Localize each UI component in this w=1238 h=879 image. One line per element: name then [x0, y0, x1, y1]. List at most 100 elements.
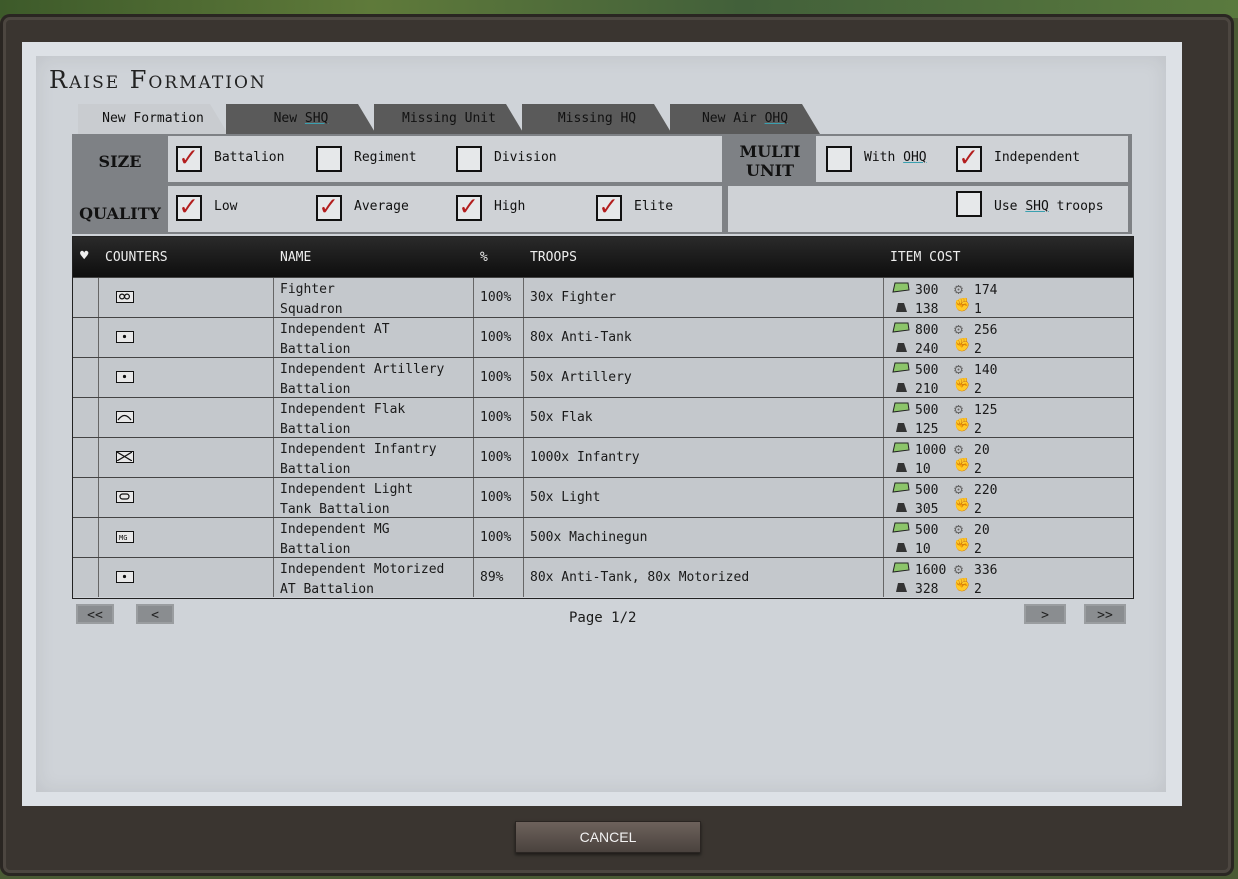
tab-label: Missing HQ — [557, 111, 637, 126]
steel-cost: 328 — [915, 582, 939, 597]
quality-high-checkbox[interactable]: ✓ — [456, 189, 482, 222]
steel-cost: 10 — [915, 542, 931, 557]
tab-missing-unit[interactable]: Missing Unit — [374, 104, 524, 134]
column-divider — [473, 318, 474, 357]
unit-percent: 100% — [480, 370, 512, 385]
unit-symbol-icon — [116, 451, 134, 463]
heart-icon[interactable]: ♥ — [80, 248, 88, 264]
dialog-title: Raise Formation — [49, 66, 267, 94]
quality-average-checkbox[interactable]: ✓ — [316, 189, 342, 222]
size-battalion-checkbox[interactable]: ✓ — [176, 140, 202, 173]
header-item-cost[interactable]: ITEM COST — [890, 250, 960, 265]
use-shq-text-end: troops — [1048, 199, 1104, 214]
table-row[interactable]: MG Independent MG Battalion 100% 500x Machin… — [73, 517, 1133, 557]
header-troops[interactable]: TROOPS — [530, 250, 577, 265]
manpower-cost: 1600 — [915, 563, 947, 578]
tab-label-underlined: SHQ — [304, 111, 329, 126]
column-divider — [473, 518, 474, 557]
next-page-button[interactable]: > — [1024, 604, 1066, 624]
column-divider — [273, 398, 274, 437]
fist-icon: ✊ — [954, 458, 971, 473]
manpower-cost: 500 — [915, 523, 939, 538]
gear-icon: ⚙ — [954, 360, 964, 378]
power-cost: 2 — [974, 342, 982, 357]
column-divider — [523, 438, 524, 477]
item-cost: 1600 ⚙ 336 328 ✊ 2 — [888, 558, 1133, 597]
with-ohq-underlined: OHQ — [903, 150, 927, 165]
power-cost: 2 — [974, 582, 982, 597]
table-row[interactable]: Fighter Squadron 100% 30x Fighter 300 ⚙ 174 138… — [73, 277, 1133, 317]
size-division-checkbox[interactable] — [456, 146, 482, 172]
unit-name-line1: Independent MG — [280, 522, 390, 537]
prev-page-button[interactable]: < — [136, 604, 174, 624]
last-page-button[interactable]: >> — [1084, 604, 1126, 624]
fist-icon: ✊ — [954, 338, 971, 353]
size-regiment-label: Regiment — [354, 150, 417, 165]
column-divider — [98, 518, 99, 557]
check-icon: ✓ — [320, 189, 337, 222]
item-cost: 300 ⚙ 174 138 ✊ 1 — [888, 278, 1133, 317]
steel-icon — [896, 343, 907, 352]
column-divider — [98, 398, 99, 437]
manpower-icon — [892, 402, 910, 413]
gear-icon: ⚙ — [954, 320, 964, 338]
header-pct[interactable]: % — [480, 250, 488, 265]
use-shq-text: Use — [994, 199, 1026, 214]
quality-low-checkbox[interactable]: ✓ — [176, 189, 202, 222]
tab-label-underlined: OHQ — [764, 111, 789, 126]
tab-new-formation[interactable]: New Formation — [78, 104, 228, 134]
unit-percent: 100% — [480, 410, 512, 425]
steel-cost: 10 — [915, 462, 931, 477]
quality-elite-checkbox[interactable]: ✓ — [596, 189, 622, 222]
tab-missing-hq[interactable]: Missing HQ — [522, 104, 672, 134]
first-page-button[interactable]: << — [76, 604, 114, 624]
with-ohq-text: With — [864, 150, 904, 165]
table-row[interactable]: Independent Artillery Battalion 100% 50x Ar… — [73, 357, 1133, 397]
unit-name-line2: Battalion — [280, 542, 351, 557]
table-header: ♥ COUNTERS NAME % TROOPS ITEM COST — [73, 237, 1133, 277]
item-cost: 500 ⚙ 20 10 ✊ 2 — [888, 518, 1133, 557]
manpower-cost: 500 — [915, 403, 939, 418]
unit-name-line2: Battalion — [280, 382, 351, 397]
check-icon: ✓ — [460, 189, 477, 222]
steel-cost: 210 — [915, 382, 939, 397]
check-icon: ✓ — [600, 189, 617, 222]
item-cost: 500 ⚙ 125 125 ✊ 2 — [888, 398, 1133, 437]
fist-icon: ✊ — [954, 298, 971, 313]
tab-new-shq[interactable]: New SHQ — [226, 104, 376, 134]
tab-new-air-ohq[interactable]: New Air OHQ — [670, 104, 820, 134]
unit-name: Independent MG Battalion — [280, 520, 390, 560]
column-divider — [523, 318, 524, 357]
unit-symbol-icon — [116, 331, 134, 343]
steel-icon — [896, 583, 907, 592]
fist-icon: ✊ — [954, 378, 971, 393]
cancel-button[interactable]: CANCEL — [515, 821, 701, 853]
size-regiment-checkbox[interactable] — [316, 146, 342, 172]
column-divider — [473, 438, 474, 477]
use-shq-troops-checkbox[interactable] — [956, 191, 982, 217]
header-counters[interactable]: COUNTERS — [105, 250, 168, 265]
supply-cost: 336 — [974, 563, 998, 578]
steel-icon — [896, 543, 907, 552]
unit-troops: 50x Light — [530, 490, 601, 505]
table-row[interactable]: Independent Infantry Battalion 100% 1000x I… — [73, 437, 1133, 477]
with-ohq-checkbox[interactable] — [826, 146, 852, 172]
steel-icon — [896, 423, 907, 432]
column-divider — [883, 278, 884, 317]
size-division-label: Division — [494, 150, 557, 165]
unit-name-line2: Squadron — [280, 302, 343, 317]
independent-checkbox[interactable]: ✓ — [956, 140, 982, 173]
header-name[interactable]: NAME — [280, 250, 311, 265]
column-divider — [883, 318, 884, 357]
gear-icon: ⚙ — [954, 280, 964, 298]
steel-cost: 138 — [915, 302, 939, 317]
table-row[interactable]: Independent Flak Battalion 100% 50x Flak 500… — [73, 397, 1133, 437]
fist-icon: ✊ — [954, 578, 971, 593]
power-cost: 2 — [974, 502, 982, 517]
unit-name-line2: AT Battalion — [280, 582, 374, 597]
table-row[interactable]: Independent AT Battalion 100% 80x Anti-Tank… — [73, 317, 1133, 357]
gear-icon: ⚙ — [954, 480, 964, 498]
unit-percent: 100% — [480, 490, 512, 505]
table-row[interactable]: Independent Motorized AT Battalion 89% 80x … — [73, 557, 1133, 597]
table-row[interactable]: Independent Light Tank Battalion 100% 50x L… — [73, 477, 1133, 517]
